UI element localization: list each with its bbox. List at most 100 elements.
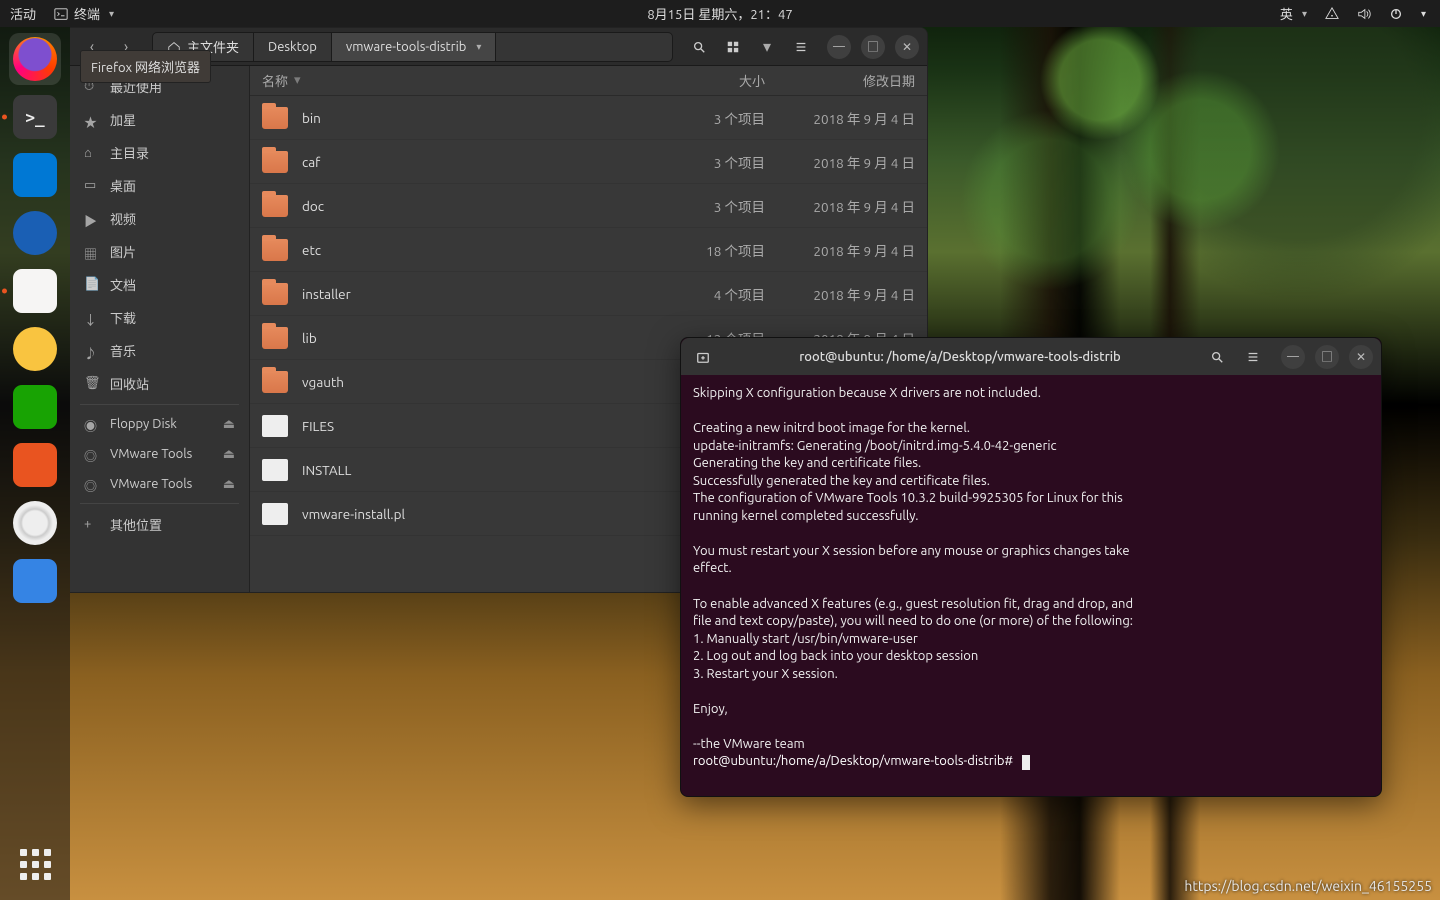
file-name: installer [302, 286, 665, 302]
col-name-header[interactable]: 名称 [262, 71, 288, 90]
folder-icon [262, 283, 288, 305]
sidebar-item[interactable]: 📄 文档 [70, 268, 249, 301]
sidebar-item[interactable]: ⌂主目录 [70, 136, 249, 169]
terminal-close-button[interactable]: ✕ [1349, 345, 1373, 369]
sidebar-item-label: VMware Tools [110, 477, 192, 491]
col-size-header[interactable]: 大小 [665, 71, 765, 90]
terminal-search-button[interactable] [1203, 343, 1231, 371]
dock-firefox[interactable] [9, 33, 61, 85]
dock-files[interactable] [9, 265, 61, 317]
star-icon: ★ [84, 112, 100, 128]
firefox-tooltip: Firefox 网络浏览器 [80, 50, 211, 83]
plus-icon: + [84, 517, 100, 533]
file-row[interactable]: bin3 个项目2018 年 9 月 4 日 [250, 96, 927, 140]
search-icon [692, 40, 706, 54]
sidebar-item-label: 加星 [110, 110, 136, 129]
terminal-headerbar: root@ubuntu: /home/a/Desktop/vmware-tool… [681, 338, 1381, 375]
dock-dvd[interactable] [9, 497, 61, 549]
eject-icon[interactable]: ⏏ [223, 477, 235, 492]
terminal-newtab-button[interactable] [689, 343, 717, 371]
desktop-icon: ▭ [84, 178, 100, 194]
eject-icon[interactable]: ⏏ [223, 417, 235, 432]
file-name: INSTALL [302, 462, 665, 478]
terminal-window: root@ubuntu: /home/a/Desktop/vmware-tool… [680, 337, 1382, 797]
system-menu-chevron[interactable]: ▾ [1421, 8, 1426, 20]
file-date: 2018 年 9 月 4 日 [765, 196, 915, 216]
top-bar: 活动 终端 8月15日 星期六，21：47 英 ▾ [0, 0, 1440, 27]
file-size: 3 个项目 [665, 196, 765, 216]
trash-icon: 🗑 [84, 376, 100, 392]
file-size: 3 个项目 [665, 152, 765, 172]
file-row[interactable]: caf3 个项目2018 年 9 月 4 日 [250, 140, 927, 184]
sidebar-item[interactable]: ▦图片 [70, 235, 249, 268]
sidebar-item-label: 文档 [110, 275, 136, 294]
sidebar-item[interactable]: + 其他位置 [70, 508, 249, 541]
video-icon: ▶ [84, 211, 100, 227]
menu-icon [1246, 350, 1260, 364]
sidebar-item-label: 回收站 [110, 374, 149, 393]
activities-button[interactable]: 活动 [10, 4, 36, 23]
watermark: https://blog.csdn.net/weixin_46155255 [1184, 878, 1432, 894]
doc-icon: 📄 [84, 277, 100, 293]
dock-thunderbird[interactable] [9, 207, 61, 259]
file-date: 2018 年 9 月 4 日 [765, 284, 915, 304]
file-name: doc [302, 198, 665, 214]
dock-writer[interactable] [9, 381, 61, 433]
sidebar-item[interactable]: ↓下载 [70, 301, 249, 334]
dock-save[interactable] [9, 555, 61, 607]
sidebar-item-label: Floppy Disk [110, 417, 177, 431]
input-method[interactable]: 英 [1280, 4, 1307, 23]
sidebar-item-label: 下载 [110, 308, 136, 327]
folder-icon [262, 327, 288, 349]
sidebar-item-label: VMware Tools [110, 447, 192, 461]
hamburger-button[interactable] [787, 33, 815, 61]
terminal-menu-button[interactable] [1239, 343, 1267, 371]
folder-icon [262, 151, 288, 173]
sidebar-item[interactable]: ★ 加星 [70, 103, 249, 136]
view-options-button[interactable]: ▾ [753, 33, 781, 61]
terminal-maximize-button[interactable]: □ [1315, 345, 1339, 369]
sidebar-item[interactable]: ◎VMware Tools⏏ [70, 469, 249, 499]
sidebar-item[interactable]: ▭桌面 [70, 169, 249, 202]
dock-show-apps[interactable] [9, 838, 61, 890]
terminal-minimize-button[interactable]: — [1281, 345, 1305, 369]
sidebar-item[interactable]: ▶ 视频 [70, 202, 249, 235]
sidebar-item-label: 音乐 [110, 341, 136, 360]
file-icon [262, 503, 288, 525]
crumb-desktop[interactable]: Desktop [254, 33, 332, 61]
window-minimize-button[interactable]: — [827, 35, 851, 59]
dock-vscode[interactable] [9, 149, 61, 201]
col-date-header[interactable]: 修改日期 [765, 71, 915, 90]
dock-terminal[interactable]: >_ [9, 91, 61, 143]
sidebar-item-label: 视频 [110, 209, 136, 228]
sidebar-item[interactable]: 🗑 回收站 [70, 367, 249, 400]
eject-icon[interactable]: ⏏ [223, 447, 235, 462]
window-maximize-button[interactable]: □ [861, 35, 885, 59]
music-icon: ♪ [84, 343, 100, 359]
power-icon[interactable] [1389, 7, 1403, 21]
volume-icon[interactable] [1357, 7, 1371, 21]
terminal-icon [54, 7, 68, 21]
file-row[interactable]: installer4 个项目2018 年 9 月 4 日 [250, 272, 927, 316]
sidebar-item-label: 其他位置 [110, 515, 162, 534]
disk-icon: ◉ [84, 416, 100, 432]
sidebar-item-label: 主目录 [110, 143, 149, 162]
clock[interactable]: 8月15日 星期六，21：47 [647, 4, 792, 23]
active-app-menu[interactable]: 终端 [54, 4, 114, 23]
view-grid-button[interactable] [719, 33, 747, 61]
sidebar-item[interactable]: ◎VMware Tools⏏ [70, 439, 249, 469]
file-row[interactable]: doc3 个项目2018 年 9 月 4 日 [250, 184, 927, 228]
dock-software[interactable] [9, 439, 61, 491]
crumb-current[interactable]: vmware-tools-distrib▾ [332, 33, 497, 61]
column-headers: 名称 ▾ 大小 修改日期 [250, 66, 927, 96]
search-button[interactable] [685, 33, 713, 61]
dock-rhythmbox[interactable] [9, 323, 61, 375]
terminal-output[interactable]: Skipping X configuration because X drive… [681, 375, 1381, 796]
network-icon[interactable] [1325, 7, 1339, 21]
active-app-label: 终端 [74, 4, 100, 23]
file-row[interactable]: etc18 个项目2018 年 9 月 4 日 [250, 228, 927, 272]
newtab-icon [696, 350, 710, 364]
window-close-button[interactable]: ✕ [895, 35, 919, 59]
sidebar-item[interactable]: ◉ Floppy Disk ⏏ [70, 409, 249, 439]
sidebar-item[interactable]: ♪ 音乐 [70, 334, 249, 367]
